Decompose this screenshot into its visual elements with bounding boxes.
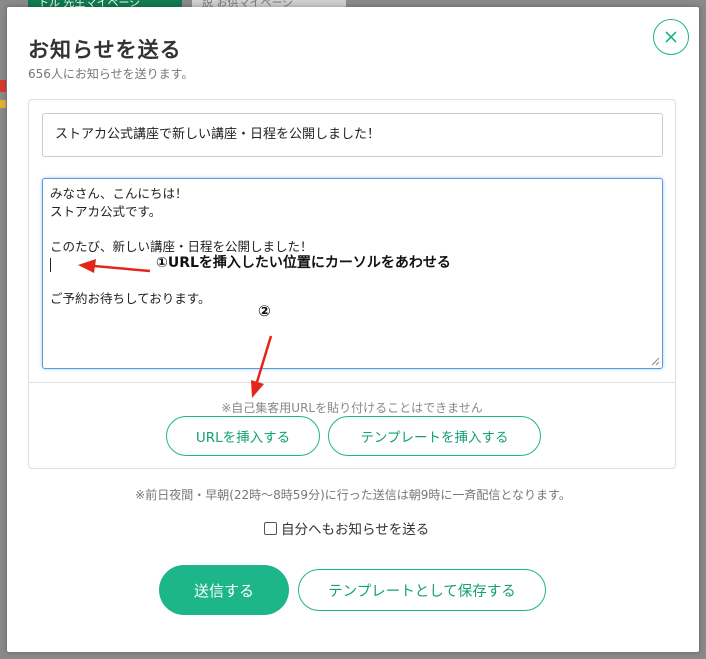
message-card: ストアカ公式講座で新しい講座・日程を公開しました！ みなさん、こんにちは！ スト… bbox=[28, 99, 676, 469]
modal-title: お知らせを送る bbox=[28, 38, 182, 62]
subject-input[interactable]: ストアカ公式講座で新しい講座・日程を公開しました！ bbox=[42, 113, 663, 157]
self-notify-checkbox[interactable] bbox=[264, 521, 277, 535]
self-notify-option[interactable]: 自分へもお知らせを送る bbox=[264, 518, 429, 538]
url-restriction-note: ※自己集客用URLを貼り付けることはできません bbox=[221, 401, 483, 415]
insert-url-button[interactable]: URLを挿入する bbox=[166, 416, 320, 456]
send-button[interactable]: 送信する bbox=[159, 565, 289, 615]
backdrop-strip bbox=[0, 80, 6, 140]
resize-grip-icon[interactable] bbox=[651, 357, 660, 366]
insert-template-button[interactable]: テンプレートを挿入する bbox=[328, 416, 541, 456]
close-icon bbox=[665, 31, 677, 43]
body-line: ストアカ公式です。 bbox=[50, 203, 162, 219]
divider bbox=[29, 382, 675, 383]
body-line: みなさん、こんにちは！ bbox=[50, 186, 188, 201]
body-line: ご予約お待ちしております。 bbox=[50, 291, 211, 306]
self-notify-label: 自分へもお知らせを送る bbox=[281, 522, 430, 538]
save-template-button[interactable]: テンプレートとして保存する bbox=[298, 569, 546, 611]
send-notice-modal: お知らせを送る 656人にお知らせを送ります。 ストアカ公式講座で新しい講座・日… bbox=[7, 7, 699, 652]
close-button[interactable] bbox=[653, 19, 689, 55]
message-body-textarea[interactable]: みなさん、こんにちは！ ストアカ公式です。 このたび、新しい講座・日程を公開しま… bbox=[42, 178, 663, 369]
body-line bbox=[50, 220, 655, 238]
annotation-step2: ② bbox=[258, 302, 271, 320]
annotation-step1: ①URLを挿入したい位置にカーソルをあわせる bbox=[156, 255, 451, 271]
recipient-count: 656人にお知らせを送ります。 bbox=[28, 67, 194, 81]
delivery-schedule-note: ※前日夜間・早朝(22時〜8時59分)に行った送信は朝9時に一斉配信となります。 bbox=[135, 488, 571, 502]
body-line bbox=[50, 273, 655, 291]
text-cursor bbox=[50, 257, 51, 272]
